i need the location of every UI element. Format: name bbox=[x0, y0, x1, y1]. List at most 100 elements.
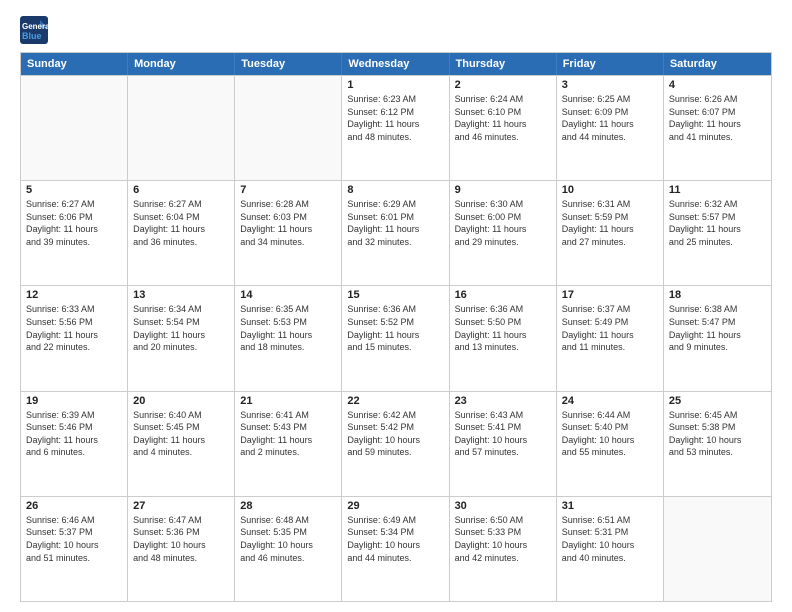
calendar-cell: 20 Sunrise: 6:40 AM Sunset: 5:45 PM Dayli… bbox=[128, 392, 235, 496]
calendar-cell: 11 Sunrise: 6:32 AM Sunset: 5:57 PM Dayli… bbox=[664, 181, 771, 285]
cell-info: Sunrise: 6:47 AM Sunset: 5:36 PM Dayligh… bbox=[133, 514, 229, 564]
calendar-cell: 18 Sunrise: 6:38 AM Sunset: 5:47 PM Dayli… bbox=[664, 286, 771, 390]
cell-info: Sunrise: 6:46 AM Sunset: 5:37 PM Dayligh… bbox=[26, 514, 122, 564]
day-number: 8 bbox=[347, 184, 443, 196]
calendar-cell bbox=[21, 76, 128, 180]
weekday-header: Thursday bbox=[450, 53, 557, 75]
day-number: 23 bbox=[455, 395, 551, 407]
day-number: 15 bbox=[347, 289, 443, 301]
calendar-cell: 23 Sunrise: 6:43 AM Sunset: 5:41 PM Dayli… bbox=[450, 392, 557, 496]
calendar-cell: 24 Sunrise: 6:44 AM Sunset: 5:40 PM Dayli… bbox=[557, 392, 664, 496]
weekday-header: Sunday bbox=[21, 53, 128, 75]
day-number: 12 bbox=[26, 289, 122, 301]
cell-info: Sunrise: 6:35 AM Sunset: 5:53 PM Dayligh… bbox=[240, 303, 336, 353]
calendar-cell: 22Sunrise: 6:42 AM Sunset: 5:42 PM Dayli… bbox=[342, 392, 449, 496]
calendar-cell bbox=[664, 497, 771, 601]
calendar-cell: 27 Sunrise: 6:47 AM Sunset: 5:36 PM Dayli… bbox=[128, 497, 235, 601]
calendar-cell bbox=[128, 76, 235, 180]
weekday-header: Monday bbox=[128, 53, 235, 75]
calendar-cell: 1 Sunrise: 6:23 AM Sunset: 6:12 PM Daylig… bbox=[342, 76, 449, 180]
day-number: 20 bbox=[133, 395, 229, 407]
cell-info: Sunrise: 6:31 AM Sunset: 5:59 PM Dayligh… bbox=[562, 198, 658, 248]
cell-info: Sunrise: 6:51 AM Sunset: 5:31 PM Dayligh… bbox=[562, 514, 658, 564]
weekday-header: Saturday bbox=[664, 53, 771, 75]
cell-info: Sunrise: 6:32 AM Sunset: 5:57 PM Dayligh… bbox=[669, 198, 766, 248]
day-number: 29 bbox=[347, 500, 443, 512]
cell-info: Sunrise: 6:37 AM Sunset: 5:49 PM Dayligh… bbox=[562, 303, 658, 353]
cell-info: Sunrise: 6:27 AM Sunset: 6:06 PM Dayligh… bbox=[26, 198, 122, 248]
calendar-cell: 29 Sunrise: 6:49 AM Sunset: 5:34 PM Dayli… bbox=[342, 497, 449, 601]
day-number: 28 bbox=[240, 500, 336, 512]
day-number: 17 bbox=[562, 289, 658, 301]
cell-info: Sunrise: 6:23 AM Sunset: 6:12 PM Dayligh… bbox=[347, 93, 443, 143]
cell-info: Sunrise: 6:43 AM Sunset: 5:41 PM Dayligh… bbox=[455, 409, 551, 459]
calendar-cell: 14 Sunrise: 6:35 AM Sunset: 5:53 PM Dayli… bbox=[235, 286, 342, 390]
day-number: 13 bbox=[133, 289, 229, 301]
day-number: 11 bbox=[669, 184, 766, 196]
day-number: 25 bbox=[669, 395, 766, 407]
calendar-cell: 30 Sunrise: 6:50 AM Sunset: 5:33 PM Dayli… bbox=[450, 497, 557, 601]
svg-text:Blue: Blue bbox=[22, 31, 42, 41]
day-number: 10 bbox=[562, 184, 658, 196]
calendar-cell: 21Sunrise: 6:41 AM Sunset: 5:43 PM Dayli… bbox=[235, 392, 342, 496]
calendar-cell: 12 Sunrise: 6:33 AM Sunset: 5:56 PM Dayli… bbox=[21, 286, 128, 390]
cell-info: Sunrise: 6:40 AM Sunset: 5:45 PM Dayligh… bbox=[133, 409, 229, 459]
day-number: 18 bbox=[669, 289, 766, 301]
day-number: 14 bbox=[240, 289, 336, 301]
day-number: 24 bbox=[562, 395, 658, 407]
calendar-cell: 13 Sunrise: 6:34 AM Sunset: 5:54 PM Dayli… bbox=[128, 286, 235, 390]
calendar-cell: 31 Sunrise: 6:51 AM Sunset: 5:31 PM Dayli… bbox=[557, 497, 664, 601]
cell-info: Sunrise: 6:45 AM Sunset: 5:38 PM Dayligh… bbox=[669, 409, 766, 459]
day-number: 6 bbox=[133, 184, 229, 196]
calendar: SundayMondayTuesdayWednesdayThursdayFrid… bbox=[20, 52, 772, 602]
cell-info: Sunrise: 6:36 AM Sunset: 5:50 PM Dayligh… bbox=[455, 303, 551, 353]
calendar-cell: 2 Sunrise: 6:24 AM Sunset: 6:10 PM Daylig… bbox=[450, 76, 557, 180]
day-number: 9 bbox=[455, 184, 551, 196]
cell-info: Sunrise: 6:26 AM Sunset: 6:07 PM Dayligh… bbox=[669, 93, 766, 143]
calendar-row: 5 Sunrise: 6:27 AM Sunset: 6:06 PM Daylig… bbox=[21, 180, 771, 285]
day-number: 5 bbox=[26, 184, 122, 196]
logo-icon: General Blue bbox=[20, 16, 50, 44]
calendar-body: 1 Sunrise: 6:23 AM Sunset: 6:12 PM Daylig… bbox=[21, 75, 771, 601]
calendar-cell: 26 Sunrise: 6:46 AM Sunset: 5:37 PM Dayli… bbox=[21, 497, 128, 601]
calendar-cell: 9 Sunrise: 6:30 AM Sunset: 6:00 PM Daylig… bbox=[450, 181, 557, 285]
day-number: 3 bbox=[562, 79, 658, 91]
calendar-cell: 28 Sunrise: 6:48 AM Sunset: 5:35 PM Dayli… bbox=[235, 497, 342, 601]
cell-info: Sunrise: 6:36 AM Sunset: 5:52 PM Dayligh… bbox=[347, 303, 443, 353]
calendar-header: SundayMondayTuesdayWednesdayThursdayFrid… bbox=[21, 53, 771, 75]
calendar-cell: 19Sunrise: 6:39 AM Sunset: 5:46 PM Dayli… bbox=[21, 392, 128, 496]
calendar-row: 1 Sunrise: 6:23 AM Sunset: 6:12 PM Daylig… bbox=[21, 75, 771, 180]
cell-info: Sunrise: 6:29 AM Sunset: 6:01 PM Dayligh… bbox=[347, 198, 443, 248]
calendar-cell bbox=[235, 76, 342, 180]
cell-info: Sunrise: 6:44 AM Sunset: 5:40 PM Dayligh… bbox=[562, 409, 658, 459]
cell-info: Sunrise: 6:48 AM Sunset: 5:35 PM Dayligh… bbox=[240, 514, 336, 564]
header: General Blue bbox=[20, 16, 772, 44]
cell-info: Sunrise: 6:30 AM Sunset: 6:00 PM Dayligh… bbox=[455, 198, 551, 248]
calendar-cell: 16Sunrise: 6:36 AM Sunset: 5:50 PM Dayli… bbox=[450, 286, 557, 390]
calendar-cell: 15 Sunrise: 6:36 AM Sunset: 5:52 PM Dayli… bbox=[342, 286, 449, 390]
day-number: 30 bbox=[455, 500, 551, 512]
cell-info: Sunrise: 6:25 AM Sunset: 6:09 PM Dayligh… bbox=[562, 93, 658, 143]
cell-info: Sunrise: 6:49 AM Sunset: 5:34 PM Dayligh… bbox=[347, 514, 443, 564]
calendar-cell: 25 Sunrise: 6:45 AM Sunset: 5:38 PM Dayli… bbox=[664, 392, 771, 496]
calendar-cell: 17 Sunrise: 6:37 AM Sunset: 5:49 PM Dayli… bbox=[557, 286, 664, 390]
day-number: 27 bbox=[133, 500, 229, 512]
day-number: 21 bbox=[240, 395, 336, 407]
calendar-cell: 7Sunrise: 6:28 AM Sunset: 6:03 PM Daylig… bbox=[235, 181, 342, 285]
calendar-cell: 3 Sunrise: 6:25 AM Sunset: 6:09 PM Daylig… bbox=[557, 76, 664, 180]
day-number: 26 bbox=[26, 500, 122, 512]
cell-info: Sunrise: 6:50 AM Sunset: 5:33 PM Dayligh… bbox=[455, 514, 551, 564]
day-number: 31 bbox=[562, 500, 658, 512]
calendar-cell: 8 Sunrise: 6:29 AM Sunset: 6:01 PM Daylig… bbox=[342, 181, 449, 285]
cell-info: Sunrise: 6:34 AM Sunset: 5:54 PM Dayligh… bbox=[133, 303, 229, 353]
cell-info: Sunrise: 6:24 AM Sunset: 6:10 PM Dayligh… bbox=[455, 93, 551, 143]
day-number: 2 bbox=[455, 79, 551, 91]
cell-info: Sunrise: 6:38 AM Sunset: 5:47 PM Dayligh… bbox=[669, 303, 766, 353]
day-number: 1 bbox=[347, 79, 443, 91]
calendar-cell: 6 Sunrise: 6:27 AM Sunset: 6:04 PM Daylig… bbox=[128, 181, 235, 285]
cell-info: Sunrise: 6:27 AM Sunset: 6:04 PM Dayligh… bbox=[133, 198, 229, 248]
day-number: 7 bbox=[240, 184, 336, 196]
calendar-cell: 10 Sunrise: 6:31 AM Sunset: 5:59 PM Dayli… bbox=[557, 181, 664, 285]
cell-info: Sunrise: 6:33 AM Sunset: 5:56 PM Dayligh… bbox=[26, 303, 122, 353]
day-number: 19 bbox=[26, 395, 122, 407]
